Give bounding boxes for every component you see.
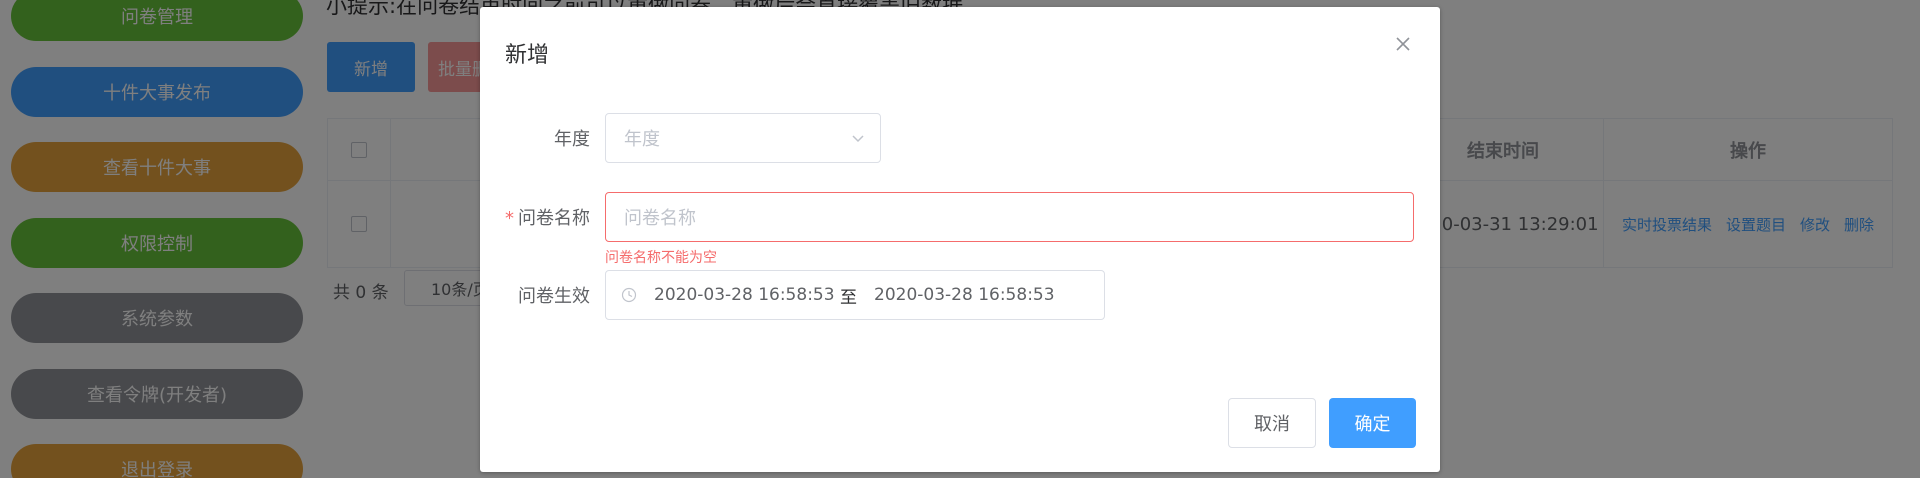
date-end[interactable]: 2020-03-28 16:58:53 [874,285,1055,305]
confirm-button[interactable]: 确定 [1329,398,1416,448]
year-label-text: 年度 [554,129,590,150]
valid-label: 问卷生效 [480,282,590,308]
year-label: 年度 [480,125,590,151]
close-icon[interactable] [1391,32,1415,56]
date-separator: 至 [840,287,857,308]
name-label: * 问卷名称 [480,204,590,230]
clock-icon [621,287,637,308]
chevron-down-icon [850,130,866,151]
name-error-message: 问卷名称不能为空 [605,250,717,266]
dialog-title: 新增 [505,43,550,68]
survey-name-input[interactable]: 问卷名称 [605,192,1414,242]
valid-label-text: 问卷生效 [518,286,590,307]
name-label-text: 问卷名称 [518,208,590,229]
cancel-button[interactable]: 取消 [1228,398,1316,448]
date-start[interactable]: 2020-03-28 16:58:53 [654,285,835,305]
year-placeholder: 年度 [624,129,660,150]
year-select[interactable]: 年度 [605,113,881,163]
name-placeholder: 问卷名称 [624,208,696,229]
date-range-picker[interactable]: 2020-03-28 16:58:53 至 2020-03-28 16:58:5… [605,270,1105,320]
required-mark: * [505,208,514,229]
add-dialog: 新增 年度 年度 * 问卷名称 问卷名称 问卷名称不能为空 问卷生效 2020-0… [480,7,1440,472]
